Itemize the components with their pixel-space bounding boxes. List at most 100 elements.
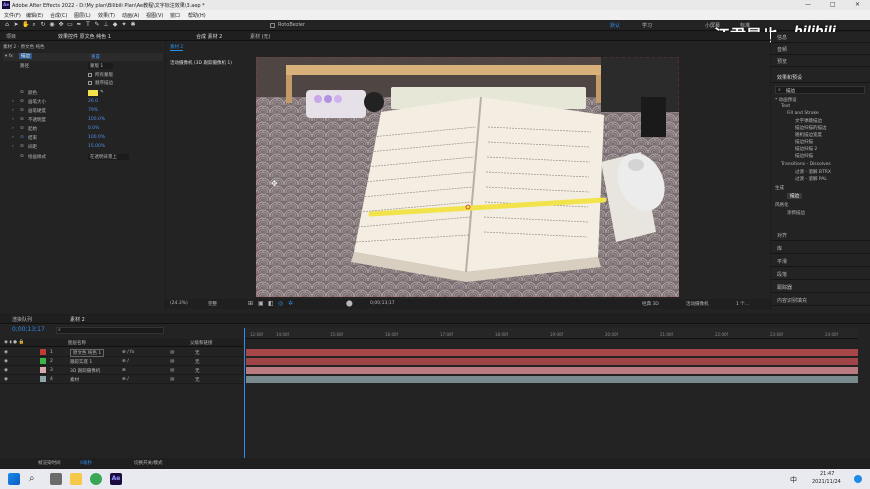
label-color[interactable] [40,349,46,355]
renderer-label[interactable]: 经典 3D [642,301,659,307]
parent-dropdown[interactable]: 无 [195,377,200,383]
eye-icon[interactable]: ◉ [4,377,8,382]
rotate-tool-icon[interactable]: ↻ [40,22,46,28]
close-button[interactable]: ✕ [855,1,860,8]
tab-footage[interactable]: 素材 (无) [250,33,271,40]
camera-tool-icon[interactable]: ◉ [49,22,55,28]
layer-track-bar[interactable] [246,376,858,383]
task-view-icon[interactable] [50,473,62,485]
layer-name[interactable]: 跟踪实底 1 [70,359,92,365]
camera-snapshot-icon[interactable]: ⬤ [346,300,353,307]
twirl-icon[interactable]: › [12,117,14,122]
layer-row[interactable]: ◉ 1 原文色 纯色 1 ⊕ / fx @ 无 [0,348,243,357]
views-dropdown[interactable]: 1 个... [736,301,749,307]
switches-icon[interactable]: ⊕ / fx [122,350,134,355]
tree-item[interactable]: 描边扫描 [795,139,813,145]
layer-row[interactable]: ◉ 4 素材 ⊕ / @ 无 [0,375,243,384]
file-explorer-icon[interactable] [70,473,82,485]
brush-tool-icon[interactable]: ✎ [94,22,100,28]
rect-tool-icon[interactable]: ▭ [67,22,73,28]
layer-track-bar[interactable] [246,358,858,365]
menu-edit[interactable]: 编辑(E) [26,12,43,19]
switches-icon[interactable]: ⊕ [122,368,126,373]
stopwatch-icon[interactable]: ⊙ [20,117,24,122]
tree-item[interactable]: * 动画预设 [775,97,797,103]
stopwatch-active-icon[interactable]: ⊙ [20,135,24,140]
color-swatch[interactable] [88,90,98,96]
paragraph-section[interactable]: 段落 [771,269,870,280]
maximize-button[interactable]: □ [830,1,836,8]
pickwhip-icon[interactable]: @ [170,368,175,373]
resolution-dropdown[interactable]: 完整 [208,301,217,307]
end-value[interactable]: 100.0% [88,135,105,140]
rotobezier-checkbox[interactable] [270,23,275,28]
tree-item[interactable]: Fill and Stroke [787,111,819,116]
sequential-checkbox[interactable] [88,81,92,85]
comp-subtab[interactable]: 素材 2 [170,44,184,51]
search-icon[interactable]: ⌕ [29,473,41,485]
tree-item[interactable]: 涂鸦描边 [787,210,805,216]
roto-tool-icon[interactable]: ✦ [121,22,127,28]
tree-item-selected[interactable]: 描边 [787,193,802,199]
pickwhip-icon[interactable]: @ [170,350,175,355]
paint-style-dropdown[interactable]: 在透明背景上 [88,154,129,160]
label-color[interactable] [40,358,46,364]
switches-icon[interactable]: ⊕ / [122,359,129,364]
tree-item[interactable]: 描边扫描的描边 [795,125,827,131]
menu-layer[interactable]: 图层(L) [74,12,91,19]
type-tool-icon[interactable]: T [85,22,91,28]
ime-indicator[interactable]: 中 [790,475,797,485]
tree-item[interactable]: 过渡 - 溶解 BTRX [795,169,831,175]
eraser-tool-icon[interactable]: ◆ [112,22,118,28]
eye-icon[interactable]: ◉ [4,350,8,355]
eyedropper-icon[interactable]: ✎ [100,90,104,95]
after-effects-taskbar-icon[interactable]: Ae [110,473,122,485]
twirl-icon[interactable]: › [12,144,14,149]
pan-tool-icon[interactable]: ✥ [58,22,64,28]
smoother-section[interactable]: 平滑 [771,256,870,267]
playhead[interactable] [244,328,245,339]
twirl-icon[interactable]: › [12,135,14,140]
tree-item[interactable]: 描边扫描 [795,153,813,159]
tree-item[interactable]: 生成 [775,185,784,191]
tab-render-queue[interactable]: 渲染队列 [12,316,32,323]
path-dropdown[interactable]: 蒙版 1 [88,63,114,69]
transparency-icon[interactable]: ◧ [268,300,274,307]
stopwatch-icon[interactable]: ⊙ [20,154,24,159]
tab-comp-timeline[interactable]: 素材 2 [70,316,85,323]
pickwhip-icon[interactable]: @ [170,377,175,382]
info-section[interactable]: 信息 [771,32,870,43]
twirl-icon[interactable]: › [12,108,14,113]
label-color[interactable] [40,376,46,382]
brush-size-value[interactable]: 26.0 [88,99,98,104]
grid-icon[interactable]: ⊞ [248,300,253,307]
puppet-tool-icon[interactable]: ✱ [130,22,136,28]
windows-start-icon[interactable] [8,473,20,485]
mask-icon[interactable]: ▣ [258,300,264,307]
label-color[interactable] [40,367,46,373]
effect-name[interactable]: 描边 [19,53,32,59]
layer-track-bar[interactable] [246,367,858,374]
workspace-learn[interactable]: 学习 [642,22,652,29]
effect-reset[interactable]: 重置 [91,54,100,60]
align-section[interactable]: 对齐 [771,230,870,241]
notification-icon[interactable] [854,475,862,483]
pen-tool-icon[interactable]: ✒ [76,22,82,28]
tree-item[interactable]: 描边扫描 2 [795,146,817,152]
tab-effect-controls[interactable]: 效果控件 原文色 纯色 1 [58,33,111,40]
menu-composition[interactable]: 合成(C) [50,12,67,19]
tracker-section[interactable]: 跟踪器 [771,282,870,293]
comp-timecode[interactable]: 0;00;13;17 [370,301,395,306]
parent-dropdown[interactable]: 无 [195,359,200,365]
layer-row[interactable]: ◉ 3 3D 跟踪摄像机 ⊕ @ 无 [0,366,243,375]
layer-name[interactable]: 素材 [70,377,79,383]
menu-effect[interactable]: 效果(T) [98,12,115,19]
clock-date[interactable]: 2021/11/24 [812,479,841,485]
layer-name[interactable]: 3D 跟踪摄像机 [70,368,100,374]
selection-tool-icon[interactable]: ➤ [13,22,19,28]
spacing-value[interactable]: 15.00% [88,144,105,149]
tree-item[interactable]: 过渡 - 溶解 PAL [795,176,827,182]
toggle-switches-modes[interactable]: 切换开关/模式 [134,460,163,466]
tree-item[interactable]: Transitions - Dissolves [781,162,831,167]
chrome-icon[interactable] [90,473,102,485]
